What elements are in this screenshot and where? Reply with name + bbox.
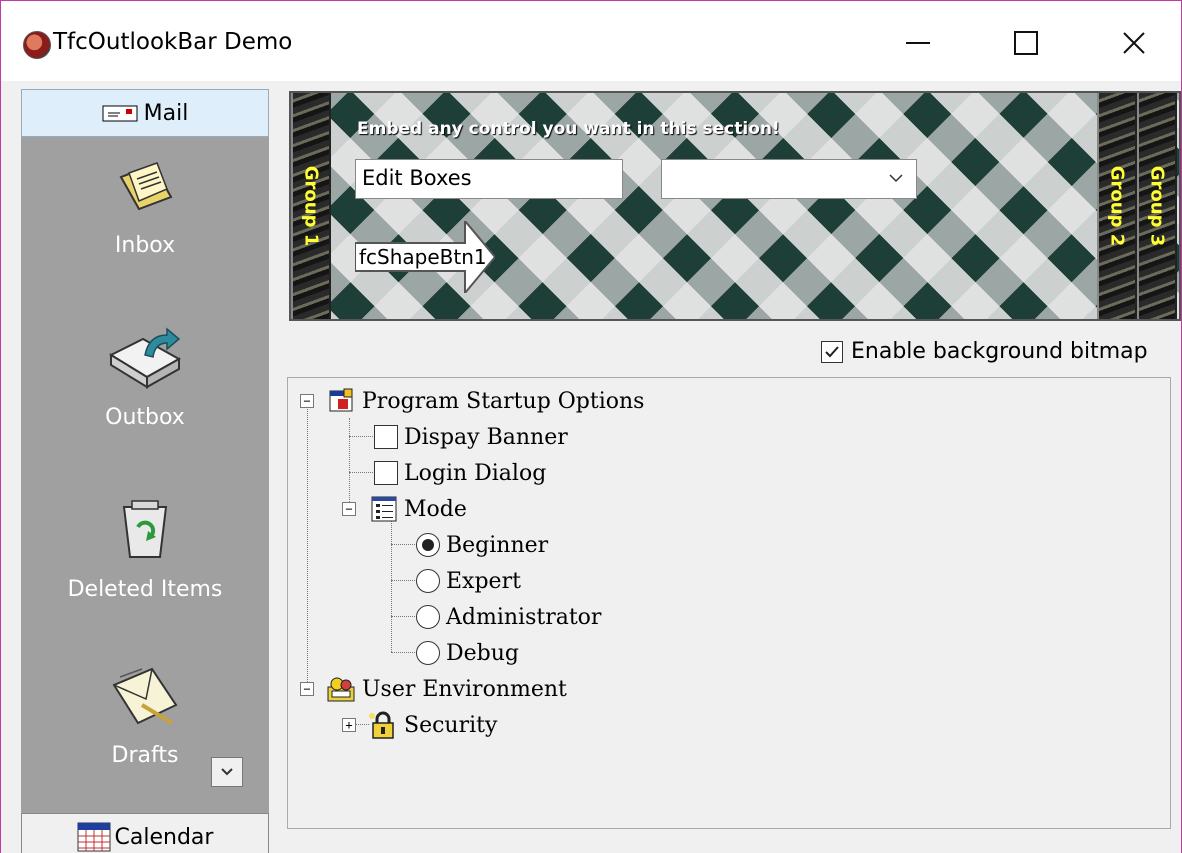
app-icon[interactable]	[23, 31, 51, 59]
collapse-button[interactable]: −	[300, 682, 314, 696]
outlook-item-label: Drafts	[111, 743, 179, 768]
tree-node-label: Security	[404, 712, 498, 738]
tree-node-mode[interactable]: − Mode	[342, 492, 467, 526]
group-header-calendar[interactable]: Calendar	[21, 813, 269, 853]
radio-button[interactable]	[416, 641, 440, 665]
tree-node-security[interactable]: + Security	[342, 708, 497, 742]
calendar-icon	[77, 822, 111, 852]
tree-node-label: Beginner	[446, 532, 549, 558]
tree-connector	[391, 580, 417, 581]
tree-connector	[391, 652, 417, 653]
app-window: TfcOutlookBar Demo Mail Inbox Outbox Del…	[0, 0, 1182, 853]
window-title: TfcOutlookBar Demo	[53, 29, 293, 55]
close-icon	[1123, 32, 1145, 54]
options-tree[interactable]: − Program Startup Options Dispay Banner …	[287, 377, 1171, 829]
title-bar: TfcOutlookBar Demo	[1, 1, 1181, 81]
group-header-label: Calendar	[114, 824, 214, 850]
edit-box[interactable]: Edit Boxes	[355, 159, 623, 199]
drafts-icon	[112, 667, 178, 725]
collapse-button[interactable]: −	[300, 394, 314, 408]
scroll-down-button[interactable]	[211, 757, 243, 787]
combo-box[interactable]	[661, 159, 917, 199]
group-tab-3[interactable]: Group 3	[1137, 93, 1177, 319]
outlook-item-label: Deleted Items	[67, 577, 223, 602]
envelope-icon	[102, 105, 138, 122]
radio-button[interactable]	[416, 569, 440, 593]
tree-node-administrator[interactable]: Administrator	[416, 600, 601, 634]
group-tab-2[interactable]: Group 2	[1097, 93, 1137, 319]
maximize-button[interactable]	[991, 15, 1061, 71]
checkbox-box[interactable]	[821, 340, 843, 363]
tree-node-debug[interactable]: Debug	[416, 636, 519, 670]
group-tab-label: Group 3	[1146, 165, 1168, 247]
group-tab-1[interactable]: Group 1	[291, 93, 331, 319]
checkbox[interactable]	[374, 461, 398, 485]
tree-node-label: Program Startup Options	[362, 388, 645, 414]
banner-caption: Embed any control you want in this secti…	[357, 119, 780, 139]
outbox-icon	[108, 327, 182, 389]
tree-node-program-startup[interactable]: − Program Startup Options	[300, 384, 644, 418]
lock-icon	[369, 711, 394, 739]
outlook-item-deleted-items[interactable]: Deleted Items	[21, 499, 269, 602]
client-area: Mail Inbox Outbox Deleted Items Drafts C…	[1, 81, 1181, 853]
tree-node-display-banner[interactable]: Dispay Banner	[374, 420, 568, 454]
tree-node-label: Login Dialog	[404, 460, 547, 486]
recycle-bin-icon	[122, 500, 168, 558]
tree-node-label: Expert	[446, 568, 521, 594]
tree-node-label: Mode	[404, 496, 467, 522]
tree-node-label: Dispay Banner	[404, 424, 568, 450]
group-tab-label: Group 1	[300, 165, 322, 247]
tree-connector	[349, 436, 375, 437]
outlook-item-outbox[interactable]: Outbox	[21, 325, 269, 430]
outlook-item-drafts[interactable]: Drafts	[21, 665, 269, 768]
banner-panel: Group 1 Group 2 Group 3 Embed any contro…	[289, 91, 1181, 321]
tree-connector	[391, 544, 417, 545]
checkbox-label: Enable background bitmap	[851, 339, 1148, 364]
tree-node-beginner[interactable]: Beginner	[416, 528, 548, 562]
outlook-bar: Mail Inbox Outbox Deleted Items Drafts C…	[21, 89, 269, 853]
collapse-button[interactable]: −	[342, 502, 356, 516]
list-icon	[371, 496, 397, 522]
radio-button[interactable]	[416, 605, 440, 629]
chevron-down-icon	[889, 174, 903, 183]
expand-button[interactable]: +	[342, 718, 356, 732]
group-header-label: Mail	[143, 100, 189, 126]
outlook-item-label: Outbox	[105, 405, 185, 430]
program-startup-icon	[329, 388, 353, 412]
radio-selected-dot	[422, 539, 434, 551]
group-header-mail[interactable]: Mail	[21, 89, 269, 137]
minimize-button[interactable]	[883, 15, 953, 71]
tree-connector	[391, 616, 417, 617]
enable-bitmap-checkbox[interactable]: Enable background bitmap	[821, 339, 1148, 364]
checkbox[interactable]	[374, 425, 398, 449]
user-environment-icon	[327, 677, 355, 702]
tree-connector	[391, 506, 392, 652]
inbox-icon	[119, 162, 173, 211]
maximize-icon	[1014, 31, 1038, 55]
chevron-down-icon	[221, 768, 233, 776]
shape-button-label: fcShapeBtn1	[359, 245, 487, 269]
tree-connector	[349, 472, 375, 473]
tree-connector	[307, 400, 308, 690]
tree-node-label: Debug	[446, 640, 519, 666]
tree-node-expert[interactable]: Expert	[416, 564, 521, 598]
outlook-item-label: Inbox	[114, 233, 176, 258]
tree-node-label: Administrator	[446, 604, 602, 630]
minimize-icon	[906, 42, 930, 44]
outlook-item-inbox[interactable]: Inbox	[21, 157, 269, 258]
tree-node-label: User Environment	[362, 676, 567, 702]
checkmark-icon	[825, 345, 839, 357]
radio-button[interactable]	[416, 533, 440, 557]
close-button[interactable]	[1099, 15, 1169, 71]
tree-node-user-environment[interactable]: − User Environment	[300, 672, 567, 706]
group-tab-label: Group 2	[1106, 165, 1128, 247]
tree-node-login-dialog[interactable]: Login Dialog	[374, 456, 546, 490]
